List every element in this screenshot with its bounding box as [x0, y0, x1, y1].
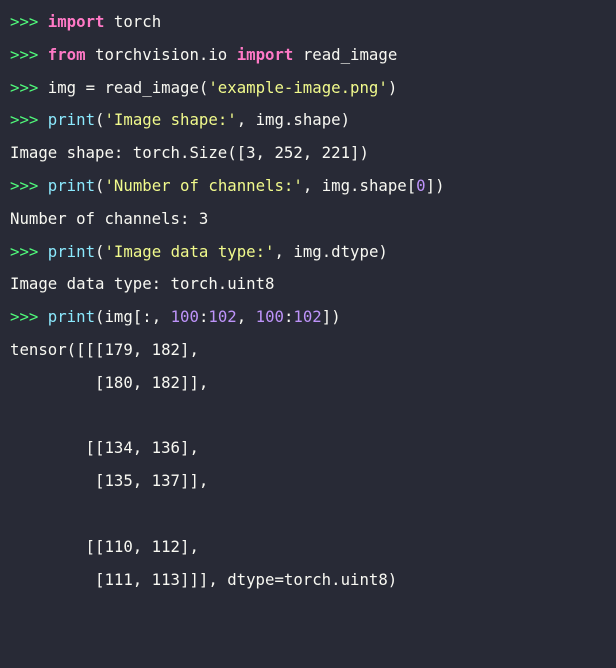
- output-text: [180, 182]],: [10, 372, 209, 392]
- prompt-gap: [38, 110, 47, 129]
- output-line: [180, 182]],: [10, 367, 616, 400]
- code-token-tx: ]): [321, 307, 341, 327]
- input-line: >>> import torch: [10, 6, 616, 39]
- code-token-tx: ): [387, 77, 398, 97]
- prompt-marker: >>>: [10, 241, 39, 261]
- output-text: Image shape: torch.Size([3, 252, 221]): [10, 143, 369, 163]
- output-line: Image shape: torch.Size([3, 252, 221]): [10, 137, 616, 170]
- prompt-gap: [38, 242, 47, 261]
- output-text: Number of channels: 3: [10, 208, 209, 228]
- input-line: >>> print(img[:, 100:102, 100:102]): [10, 301, 616, 334]
- input-line: >>> print('Image data type:', img.dtype): [10, 236, 616, 269]
- code-token-tx: , img.dtype): [274, 241, 388, 261]
- output-text: [[134, 136],: [10, 438, 199, 458]
- code-token-num: 0: [416, 175, 426, 195]
- output-line: [[110, 112],: [10, 531, 616, 564]
- code-token-tx: torchvision.io: [85, 44, 237, 64]
- code-token-str: 'example-image.png': [208, 77, 388, 97]
- prompt-marker: >>>: [10, 307, 39, 327]
- output-line: Image data type: torch.uint8: [10, 268, 616, 301]
- output-text: [[110, 112],: [10, 536, 199, 556]
- output-text: [111, 113]]], dtype=torch.uint8): [10, 569, 398, 589]
- input-line: >>> print('Number of channels:', img.sha…: [10, 170, 616, 203]
- prompt-marker: >>>: [10, 175, 39, 195]
- code-token-tx: , img.shape): [236, 110, 351, 130]
- input-line: >>> from torchvision.io import read_imag…: [10, 39, 616, 72]
- code-token-tx: (img[:,: [95, 307, 171, 327]
- output-text: [135, 137]],: [10, 471, 209, 491]
- code-token-tx: ,: [236, 307, 256, 327]
- code-token-kw: import: [47, 12, 105, 31]
- output-line: [[134, 136],: [10, 432, 616, 465]
- code-token-fn: print: [47, 110, 96, 130]
- prompt-marker: >>>: [10, 44, 39, 64]
- output-text: tensor([[[179, 182],: [10, 339, 199, 359]
- code-token-tx: :: [198, 307, 209, 327]
- code-token-num: 102: [208, 307, 237, 327]
- prompt-gap: [38, 78, 47, 97]
- prompt-marker: >>>: [10, 77, 39, 97]
- output-text: Image data type: torch.uint8: [10, 274, 275, 294]
- output-line: [135, 137]],: [10, 465, 616, 498]
- prompt-gap: [38, 307, 47, 326]
- code-token-str: 'Number of channels:': [104, 175, 303, 195]
- code-token-fn: print: [47, 241, 96, 261]
- code-token-num: 100: [255, 307, 284, 327]
- code-token-tx: img = read_image(: [47, 77, 209, 97]
- code-token-kw: import: [236, 44, 294, 64]
- code-token-tx: ]): [425, 175, 445, 195]
- prompt-marker: >>>: [10, 12, 39, 31]
- prompt-marker: >>>: [10, 110, 39, 130]
- output-line: [111, 113]]], dtype=torch.uint8): [10, 564, 616, 597]
- code-token-num: 100: [170, 307, 199, 327]
- code-token-fn: print: [47, 307, 96, 327]
- output-line: Number of channels: 3: [10, 203, 616, 236]
- code-token-kw: from: [47, 44, 86, 64]
- prompt-gap: [38, 176, 47, 195]
- code-token-tx: torch: [104, 12, 162, 31]
- prompt-gap: [38, 45, 47, 64]
- input-line: >>> print('Image shape:', img.shape): [10, 104, 616, 137]
- output-line: tensor([[[179, 182],: [10, 334, 616, 367]
- input-line: >>> img = read_image('example-image.png'…: [10, 72, 616, 105]
- prompt-gap: [38, 12, 47, 31]
- code-token-fn: print: [47, 175, 96, 195]
- python-console: >>> import torch >>> from torchvision.io …: [0, 0, 616, 668]
- code-token-tx: :: [283, 307, 294, 327]
- code-token-tx: read_image: [293, 44, 398, 64]
- code-token-num: 102: [293, 307, 322, 327]
- code-token-str: 'Image data type:': [104, 241, 275, 261]
- code-token-tx: , img.shape[: [302, 175, 417, 195]
- code-token-str: 'Image shape:': [104, 110, 237, 130]
